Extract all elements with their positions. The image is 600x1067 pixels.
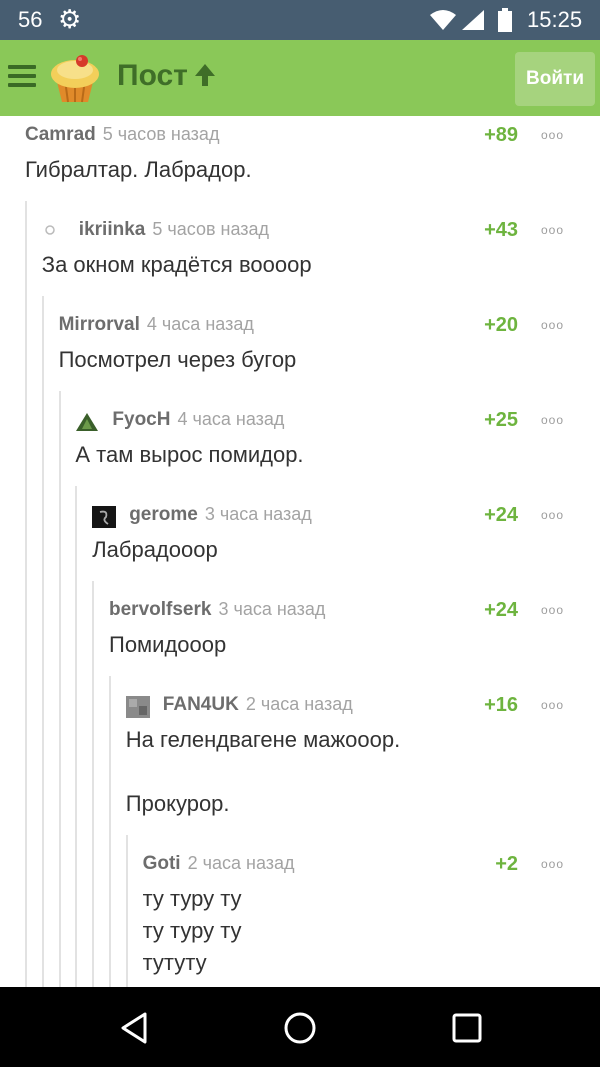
avatar[interactable]	[75, 411, 99, 433]
comment-time: 4 часа назад	[141, 314, 254, 334]
comment-time: 5 часов назад	[147, 219, 270, 239]
login-button[interactable]: Войти	[515, 52, 595, 106]
comment-rating: +16	[484, 694, 518, 716]
more-options-icon[interactable]: ooo	[541, 128, 564, 142]
comment-header: bervolfserk 3 часа назад +24 ooo	[109, 599, 564, 625]
comment-author[interactable]: Mirrorval	[59, 314, 140, 335]
thread-line	[92, 581, 95, 987]
more-options-icon[interactable]: ooo	[541, 413, 564, 427]
comment: FyocH 4 часа назад +25 ooo А там вырос поми…	[75, 409, 564, 471]
comment-rating: +89	[484, 124, 518, 146]
comment-author[interactable]: ikriinka	[79, 219, 146, 240]
comment-header: Camrad 5 часов назад +89 ooo	[25, 124, 564, 150]
comment-rating: +2	[495, 853, 518, 875]
status-bar: 56 ⚙ 15:25	[0, 0, 600, 40]
thread-line	[109, 676, 111, 987]
comment-header: gerome 3 часа назад +24 ooo	[92, 504, 564, 530]
comment-header: FyocH 4 часа назад +25 ooo	[75, 409, 564, 435]
comment-author[interactable]: gerome	[129, 504, 198, 525]
signal-icon	[462, 10, 484, 30]
thread-line	[58, 391, 61, 987]
system-nav-bar	[0, 987, 600, 1067]
comment-thread: Camrad 5 часов назад +89 ooo Гибралтар. Лаб…	[0, 116, 600, 987]
thread-line	[75, 486, 78, 987]
comment-rating: +20	[484, 314, 518, 336]
thread-line	[125, 835, 128, 987]
avatar[interactable]	[92, 506, 117, 528]
comment-time: 2 часа назад	[240, 694, 353, 714]
comment-author[interactable]: FyocH	[112, 409, 170, 430]
back-icon[interactable]	[117, 1011, 151, 1045]
comment-author[interactable]: FAN4UK	[163, 694, 239, 715]
app-header: Пост Войти	[0, 40, 600, 116]
comment-rating: +25	[484, 409, 518, 431]
comment: Camrad 5 часов назад +89 ooo Гибралтар. Лаб…	[25, 124, 564, 186]
thread-line	[41, 296, 44, 987]
comment-header: FAN4UK 2 часа назад +16 ooo	[125, 694, 564, 720]
comment-time: 2 часа назад	[182, 853, 295, 873]
comment: bervolfserk 3 часа назад +24 ooo Помидооор	[109, 599, 564, 661]
comment-header: Mirrorval 4 часа назад +20 ooo	[59, 314, 564, 340]
comment-text: Помидооор	[109, 632, 227, 657]
comment: Mirrorval 4 часа назад +20 ooo Посмотрел че…	[59, 314, 564, 376]
comment-time: 4 часа назад	[172, 409, 285, 429]
comment-rating: +24	[484, 599, 518, 621]
comment: gerome 3 часа назад +24 ooo Лабрадооор	[92, 504, 564, 566]
comment-header: Goti 2 часа назад +2 ooo	[143, 853, 564, 879]
comment-text: А там вырос помидор.	[75, 442, 304, 467]
home-icon[interactable]	[283, 1011, 317, 1045]
comment-author[interactable]: Goti	[143, 853, 181, 874]
comment-text: На гелендвагене мажооор. Прокурор.	[125, 727, 401, 816]
comment-time: 5 часов назад	[97, 124, 220, 144]
comment-text: За окном крадётся воооор	[41, 252, 312, 277]
comment-time: 3 часа назад	[199, 504, 312, 524]
more-options-icon[interactable]: ooo	[541, 698, 564, 712]
comment: ikriinka 5 часов назад +43 ooo За окном кра…	[42, 219, 564, 281]
comment-time: 3 часа назад	[213, 599, 326, 619]
more-options-icon[interactable]: ooo	[541, 318, 564, 332]
page-title: Пост	[117, 59, 188, 92]
more-options-icon[interactable]: ooo	[541, 857, 564, 871]
menu-icon[interactable]	[8, 65, 36, 87]
comment-header: ikriinka 5 часов назад +43 ooo	[42, 219, 564, 245]
arrow-up-icon[interactable]	[193, 62, 217, 88]
clock: 15:25	[527, 7, 583, 32]
avatar[interactable]	[125, 696, 150, 718]
comment-text: ту туру ту ту туру ту тутуту	[142, 886, 242, 975]
comment-rating: +24	[484, 504, 518, 526]
more-options-icon[interactable]: ooo	[541, 508, 564, 522]
thread-line	[25, 201, 27, 987]
battery-icon	[498, 8, 512, 32]
more-options-icon[interactable]: ooo	[541, 223, 564, 237]
comment-text: Посмотрел через бугор	[58, 347, 297, 372]
settings-gear-icon: ⚙	[58, 4, 82, 34]
recent-apps-icon[interactable]	[450, 1011, 484, 1045]
comment: FAN4UK 2 часа назад +16 ooo На гелендвагене…	[125, 694, 564, 820]
more-options-icon[interactable]: ooo	[541, 603, 564, 617]
notification-count: 56	[18, 7, 43, 32]
avatar[interactable]	[42, 221, 66, 243]
comment-text: Лабрадооор	[92, 537, 218, 562]
comment-text: Гибралтар. Лабрадор.	[25, 157, 252, 182]
comment-author[interactable]: Camrad	[25, 124, 96, 145]
comment: Goti 2 часа назад +2 ooo ту туру ту ту туру…	[143, 853, 564, 979]
comment-author[interactable]: bervolfserk	[109, 599, 211, 620]
wifi-icon	[430, 10, 456, 30]
cupcake-logo-icon[interactable]	[48, 52, 102, 106]
comment-rating: +43	[484, 219, 518, 241]
